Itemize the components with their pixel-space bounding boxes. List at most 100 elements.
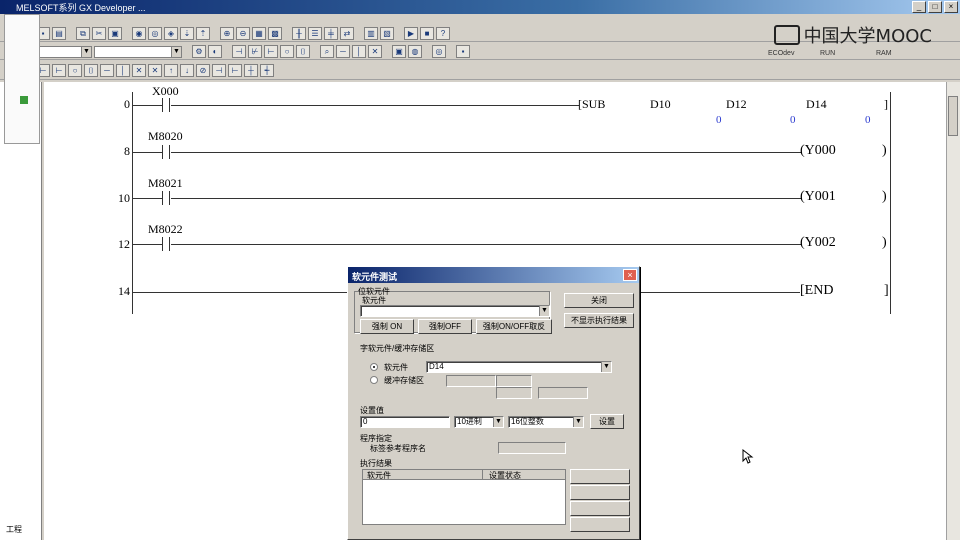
ladder-write-icon[interactable]: ▧ — [380, 27, 394, 40]
f8-instr-icon[interactable]: ⌷ — [84, 64, 98, 77]
output-coil[interactable]: (Y000 — [800, 143, 836, 159]
dialog-close-icon[interactable]: × — [623, 269, 637, 281]
left-power-rail — [132, 92, 133, 314]
tool-icon[interactable]: ▪ — [456, 45, 470, 58]
instruction-sub[interactable]: [SUB — [578, 97, 605, 112]
operand-dest[interactable]: D14 — [806, 97, 827, 112]
sfc-mode-icon[interactable]: ╪ — [324, 27, 338, 40]
convert-icon[interactable]: ⇄ — [340, 27, 354, 40]
no-contact-icon[interactable]: ⊣ — [232, 45, 246, 58]
ladder-read-icon[interactable]: ▥ — [364, 27, 378, 40]
toggle-icon[interactable]: ◐ — [208, 45, 222, 58]
search-device-icon[interactable]: ⌕ — [320, 45, 334, 58]
comment-icon[interactable]: ▩ — [268, 27, 282, 40]
project-tree-pane[interactable] — [0, 82, 42, 540]
project-tab-label[interactable]: 工程 — [6, 524, 22, 535]
write-plc-icon[interactable]: ⇣ — [180, 27, 194, 40]
nc-contact-icon[interactable]: ⊬ — [248, 45, 262, 58]
scrollbar-thumb[interactable] — [948, 96, 958, 136]
output-coil[interactable]: (Y002 — [800, 235, 836, 251]
falling-edge-icon[interactable]: ↓ — [180, 64, 194, 77]
minimize-button[interactable]: _ — [912, 1, 926, 13]
sf9-vline-icon[interactable]: │ — [116, 64, 130, 77]
delete-line-icon[interactable]: ✕ — [368, 45, 382, 58]
no-contact[interactable] — [162, 145, 170, 159]
force-toggle-button[interactable]: 强制ON/OFF取反 — [476, 319, 552, 334]
hide-results-button[interactable]: 不显示执行结果 — [564, 313, 634, 328]
force-on-button[interactable]: 强制 ON — [360, 319, 414, 334]
end-instruction[interactable]: [END — [800, 283, 833, 299]
buffer-radio[interactable] — [370, 376, 378, 384]
project-tree[interactable] — [4, 14, 40, 144]
param-icon[interactable]: ⚙ — [192, 45, 206, 58]
monitor-stop-icon[interactable]: ◍ — [408, 45, 422, 58]
program-select[interactable]: ▼ — [94, 45, 182, 58]
invert-icon[interactable]: ⊘ — [196, 64, 210, 77]
line-draw-icon[interactable]: ┼ — [244, 64, 258, 77]
result-action-button-1[interactable] — [570, 469, 630, 484]
list-mode-icon[interactable]: ☰ — [308, 27, 322, 40]
rising-edge-icon[interactable]: ↑ — [164, 64, 178, 77]
monitor-value: 0 — [865, 114, 871, 126]
parallel-icon[interactable]: ⊢ — [264, 45, 278, 58]
replace-icon[interactable]: ◎ — [148, 27, 162, 40]
cf9-delete-icon[interactable]: ✕ — [132, 64, 146, 77]
contact-label[interactable]: M8022 — [148, 222, 183, 237]
radix-select[interactable]: 10进制 ▼ — [454, 416, 504, 428]
device-test-icon[interactable]: ◎ — [432, 45, 446, 58]
coil-icon[interactable]: ○ — [280, 45, 294, 58]
operand-source1[interactable]: D10 — [650, 97, 671, 112]
monitor-icon[interactable]: ◈ — [164, 27, 178, 40]
ladder-mode-icon[interactable]: ╫ — [292, 27, 306, 40]
close-button[interactable]: × — [944, 1, 958, 13]
vline-icon[interactable]: │ — [352, 45, 366, 58]
device-batch-icon[interactable]: ▦ — [252, 27, 266, 40]
force-off-button[interactable]: 强制OFF — [418, 319, 472, 334]
instruction-bracket: ] — [884, 97, 888, 111]
cf10-delete-icon[interactable]: ✕ — [148, 64, 162, 77]
print-icon[interactable]: ▤ — [52, 27, 66, 40]
operand-source2[interactable]: D12 — [726, 97, 747, 112]
contact-label[interactable]: M8020 — [148, 129, 183, 144]
no-contact[interactable] — [162, 237, 170, 251]
line-delete-icon[interactable]: ┽ — [260, 64, 274, 77]
setting-value-input[interactable]: 0 — [360, 416, 450, 428]
sf6-icon[interactable]: ⊢ — [52, 64, 66, 77]
f7-coil-icon[interactable]: ○ — [68, 64, 82, 77]
device-radio[interactable] — [370, 363, 378, 371]
result-action-button-2[interactable] — [570, 485, 630, 500]
col-status[interactable]: 设置状态 — [483, 470, 521, 480]
vertical-scrollbar[interactable] — [946, 82, 960, 540]
find-icon[interactable]: ◉ — [132, 27, 146, 40]
result-action-button-3[interactable] — [570, 501, 630, 516]
contact-label[interactable]: X000 — [152, 84, 179, 99]
instruction-icon[interactable]: ⌷ — [296, 45, 310, 58]
bit-device-combo[interactable]: ▼ — [360, 305, 550, 317]
copy-icon[interactable]: ⧉ — [76, 27, 90, 40]
no-contact[interactable] — [162, 98, 170, 112]
data-size-select[interactable]: 16位整数 ▼ — [508, 416, 584, 428]
set-button[interactable]: 设置 — [590, 414, 624, 429]
run-icon[interactable]: ▶ — [404, 27, 418, 40]
stop-icon[interactable]: ■ — [420, 27, 434, 40]
results-table[interactable]: 软元件 设置状态 — [362, 469, 566, 525]
cut-icon[interactable]: ✂ — [92, 27, 106, 40]
col-device[interactable]: 软元件 — [363, 470, 483, 480]
word-device-combo[interactable]: D14 ▼ — [426, 361, 612, 373]
result-action-button-4[interactable] — [570, 517, 630, 532]
hline-icon[interactable]: ─ — [336, 45, 350, 58]
dialog-close-button[interactable]: 关闭 — [564, 293, 634, 308]
output-coil[interactable]: (Y001 — [800, 189, 836, 205]
read-plc-icon[interactable]: ⇡ — [196, 27, 210, 40]
zoom-in-icon[interactable]: ⊕ — [220, 27, 234, 40]
operation-icon[interactable]: ⊣ — [212, 64, 226, 77]
pulse-icon[interactable]: ⊢ — [228, 64, 242, 77]
f9-hline-icon[interactable]: ─ — [100, 64, 114, 77]
paste-icon[interactable]: ▣ — [108, 27, 122, 40]
zoom-out-icon[interactable]: ⊖ — [236, 27, 250, 40]
help-icon[interactable]: ? — [436, 27, 450, 40]
maximize-button[interactable]: □ — [928, 1, 942, 13]
contact-label[interactable]: M8021 — [148, 176, 183, 191]
monitor-start-icon[interactable]: ▣ — [392, 45, 406, 58]
no-contact[interactable] — [162, 191, 170, 205]
